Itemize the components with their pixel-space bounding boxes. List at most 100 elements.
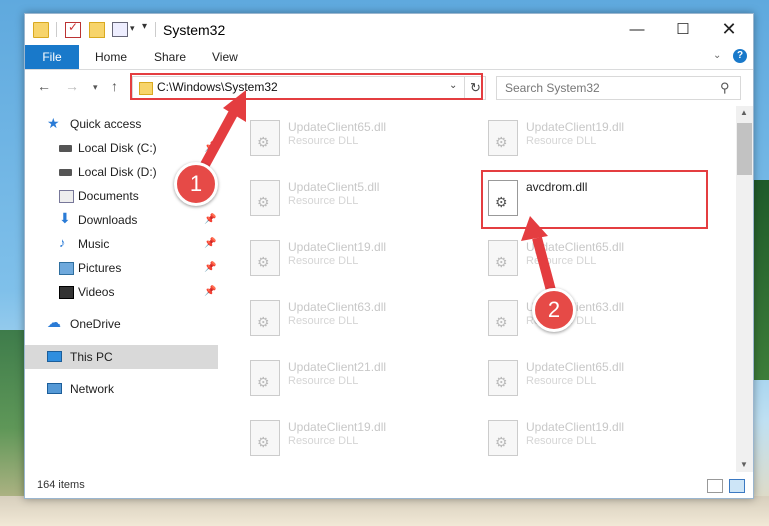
ribbon-tabs: File Home Share View ⌄ ? bbox=[25, 45, 753, 70]
music-icon: ♪ bbox=[59, 235, 66, 250]
file-item[interactable]: ⚙ UpdateClient5.dll Resource DLL bbox=[242, 174, 472, 224]
file-type: Resource DLL bbox=[288, 435, 359, 447]
pin-icon[interactable]: 📌 bbox=[204, 142, 216, 153]
sidebar-item-downloads[interactable]: ⬇ Downloads 📌 bbox=[25, 208, 218, 232]
file-type: Resource DLL bbox=[288, 255, 359, 267]
tab-home[interactable]: Home bbox=[95, 45, 127, 69]
quick-access-dropdown-icon[interactable]: ▾ bbox=[142, 21, 147, 32]
sidebar-item-label: Local Disk (C:) bbox=[78, 141, 157, 155]
pin-icon[interactable]: 📌 bbox=[204, 286, 216, 297]
address-highlight-box bbox=[130, 73, 483, 100]
file-item[interactable]: ⚙ UpdateClient19.dll Resource DLL bbox=[480, 414, 710, 464]
pin-icon[interactable]: 📌 bbox=[204, 262, 216, 273]
file-item[interactable]: ⚙ UpdateClient63.dll Resource DLL bbox=[480, 294, 710, 344]
pc-icon bbox=[47, 351, 62, 362]
sidebar-item-onedrive[interactable]: ☁ OneDrive bbox=[25, 312, 218, 336]
folder-icon bbox=[33, 22, 49, 38]
customize-icon[interactable] bbox=[112, 22, 128, 37]
file-name: UpdateClient19.dll bbox=[288, 240, 387, 254]
back-button[interactable]: ← bbox=[37, 78, 51, 94]
details-view-icon[interactable] bbox=[707, 479, 723, 493]
minimize-button[interactable]: — bbox=[614, 14, 660, 45]
file-name: UpdateClient19.dll bbox=[526, 420, 625, 434]
file-name: UpdateClient65.dll bbox=[288, 120, 387, 134]
customize-chevron-icon[interactable]: ▾ bbox=[130, 23, 135, 34]
search-input[interactable]: Search System32 bbox=[505, 81, 600, 95]
recent-locations-icon[interactable]: ▾ bbox=[93, 82, 98, 93]
pin-icon[interactable]: 📌 bbox=[204, 214, 216, 225]
file-item[interactable]: ⚙ UpdateClient65.dll Resource DLL bbox=[480, 354, 710, 404]
sidebar-item-videos[interactable]: Videos 📌 bbox=[25, 280, 218, 304]
sidebar-item-pictures[interactable]: Pictures 📌 bbox=[25, 256, 218, 280]
item-count: 164 items bbox=[37, 479, 85, 491]
file-type: Resource DLL bbox=[526, 435, 597, 447]
large-icons-view-icon[interactable] bbox=[729, 479, 745, 493]
tab-file[interactable]: File bbox=[25, 45, 79, 69]
sidebar-item-label: Pictures bbox=[78, 261, 122, 275]
sidebar-item-label: This PC bbox=[70, 350, 113, 364]
status-bar: 164 items bbox=[25, 474, 753, 498]
sidebar-item-label: Quick access bbox=[70, 117, 142, 131]
file-type: Resource DLL bbox=[526, 135, 597, 147]
background-sand bbox=[0, 496, 769, 526]
file-item[interactable]: ⚙ UpdateClient65.dll Resource DLL bbox=[480, 234, 710, 284]
navigation-pane: ★ Quick access Local Disk (C:) 📌 Local D… bbox=[25, 106, 218, 472]
file-name: UpdateClient63.dll bbox=[288, 300, 387, 314]
file-item[interactable]: ⚙ UpdateClient19.dll Resource DLL bbox=[480, 114, 710, 164]
cloud-icon: ☁ bbox=[47, 314, 61, 330]
scroll-down-icon[interactable]: ▼ bbox=[740, 460, 748, 469]
vertical-scrollbar[interactable]: ▲ ▼ bbox=[736, 106, 753, 472]
properties-icon[interactable] bbox=[65, 20, 81, 38]
step-2-badge: 2 bbox=[532, 288, 576, 332]
file-type: Resource DLL bbox=[288, 315, 359, 327]
help-icon[interactable]: ? bbox=[733, 49, 747, 63]
file-name: UpdateClient19.dll bbox=[288, 420, 387, 434]
step-1-badge: 1 bbox=[174, 162, 218, 206]
search-icon[interactable]: ⚲ bbox=[720, 80, 730, 96]
file-type: Resource DLL bbox=[288, 195, 359, 207]
file-type: Resource DLL bbox=[526, 255, 597, 267]
drive-icon bbox=[59, 145, 72, 152]
dll-file-icon: ⚙ bbox=[250, 360, 280, 396]
close-button[interactable]: ✕ bbox=[706, 14, 752, 45]
sidebar-item-local-disk-c[interactable]: Local Disk (C:) 📌 bbox=[25, 136, 218, 160]
forward-button[interactable]: → bbox=[65, 78, 79, 94]
sidebar-item-label: Documents bbox=[78, 189, 139, 203]
pin-icon[interactable]: 📌 bbox=[204, 238, 216, 249]
file-name: UpdateClient65.dll bbox=[526, 360, 625, 374]
file-type: Resource DLL bbox=[288, 135, 359, 147]
scroll-up-icon[interactable]: ▲ bbox=[740, 108, 748, 117]
scroll-thumb[interactable] bbox=[737, 123, 752, 175]
up-button[interactable]: ↑ bbox=[111, 78, 118, 94]
file-item[interactable]: ⚙ UpdateClient65.dll Resource DLL bbox=[242, 114, 472, 164]
file-item[interactable]: ⚙ UpdateClient63.dll Resource DLL bbox=[242, 294, 472, 344]
file-name: UpdateClient21.dll bbox=[288, 360, 387, 374]
search-box[interactable]: Search System32 ⚲ bbox=[496, 76, 741, 100]
dll-file-icon: ⚙ bbox=[250, 180, 280, 216]
dll-file-icon: ⚙ bbox=[250, 420, 280, 456]
sidebar-item-label: OneDrive bbox=[70, 317, 121, 331]
sidebar-item-quick-access[interactable]: ★ Quick access bbox=[25, 112, 218, 136]
documents-icon bbox=[59, 190, 74, 203]
file-item[interactable]: ⚙ UpdateClient21.dll Resource DLL bbox=[242, 354, 472, 404]
tab-view[interactable]: View bbox=[212, 45, 238, 69]
tab-share[interactable]: Share bbox=[154, 45, 186, 69]
file-type: Resource DLL bbox=[288, 375, 359, 387]
pictures-icon bbox=[59, 262, 74, 275]
maximize-button[interactable]: ☐ bbox=[660, 14, 706, 45]
sidebar-item-this-pc[interactable]: This PC bbox=[25, 345, 218, 369]
file-item[interactable]: ⚙ UpdateClient19.dll Resource DLL bbox=[242, 414, 472, 464]
dll-file-icon: ⚙ bbox=[250, 240, 280, 276]
sidebar-item-network[interactable]: Network bbox=[25, 377, 218, 401]
star-icon: ★ bbox=[47, 115, 60, 131]
file-highlight-box bbox=[481, 170, 708, 229]
file-name: UpdateClient5.dll bbox=[288, 180, 380, 194]
dll-file-icon: ⚙ bbox=[250, 300, 280, 336]
downloads-icon: ⬇ bbox=[59, 210, 71, 226]
sidebar-item-music[interactable]: ♪ Music 📌 bbox=[25, 232, 218, 256]
expand-ribbon-icon[interactable]: ⌄ bbox=[713, 50, 721, 61]
new-folder-icon[interactable] bbox=[89, 22, 105, 38]
dll-file-icon: ⚙ bbox=[488, 120, 518, 156]
file-item[interactable]: ⚙ UpdateClient19.dll Resource DLL bbox=[242, 234, 472, 284]
sidebar-item-label: Downloads bbox=[78, 213, 138, 227]
